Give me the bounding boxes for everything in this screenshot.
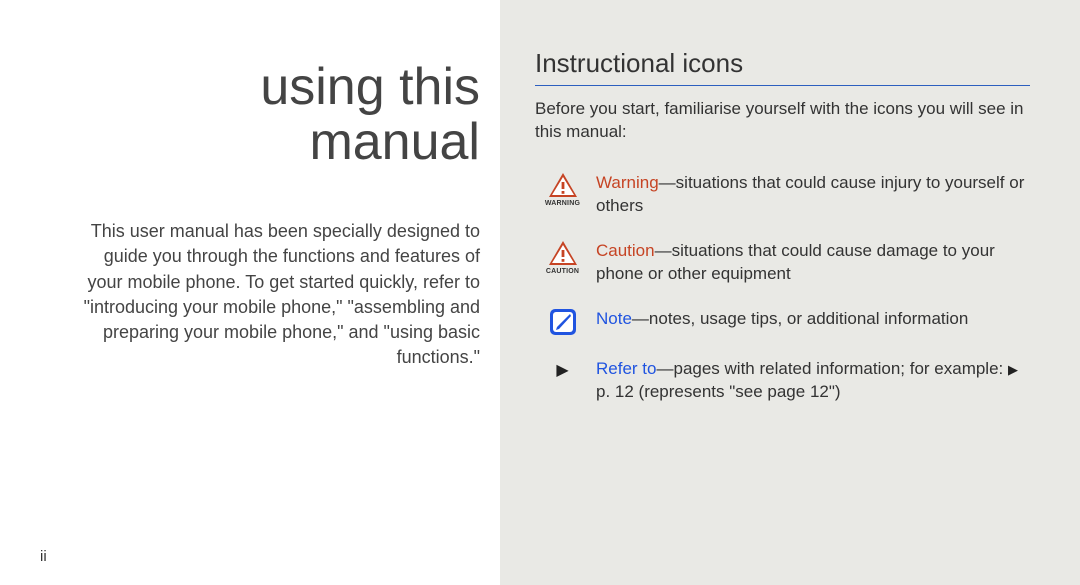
icon-row-refer: ▶ Refer to—pages with related informatio… [535,358,1030,404]
icon-col: ▶ [535,358,590,380]
page-number: ii [40,548,47,565]
icon-col: CAUTION [535,240,590,275]
title-line1: using this [260,58,480,116]
note-text: Note—notes, usage tips, or additional in… [590,308,1030,331]
icon-col: WARNING [535,172,590,207]
caution-text: Caution—situations that could cause dama… [590,240,1030,286]
caution-desc: —situations that could cause damage to y… [596,241,995,283]
refer-to-icon: ▶ [556,358,568,380]
warning-icon [548,172,578,198]
refer-desc2: p. 12 (represents "see page 12") [596,382,841,401]
refer-term: Refer to [596,359,656,378]
page-title: using this manual [40,60,480,169]
warning-label: WARNING [545,200,580,207]
icon-col [535,308,590,336]
caution-term: Caution [596,241,655,260]
warning-term: Warning [596,173,659,192]
refer-text: Refer to—pages with related information;… [590,358,1030,404]
refer-desc1: —pages with related information; for exa… [656,359,1008,378]
warning-text: Warning—situations that could cause inju… [590,172,1030,218]
caution-label: CAUTION [546,268,579,275]
warning-desc: —situations that could cause injury to y… [596,173,1024,215]
inline-arrow-icon: ▶ [1008,361,1018,379]
title-line2: manual [309,113,480,171]
caution-icon [548,240,578,266]
icon-row-caution: CAUTION Caution—situations that could ca… [535,240,1030,286]
section-intro: Before you start, familiarise yourself w… [535,98,1030,144]
icon-row-warning: WARNING Warning—situations that could ca… [535,172,1030,218]
intro-paragraph: This user manual has been specially desi… [40,219,480,370]
section-heading: Instructional icons [535,48,1030,86]
right-page: Instructional icons Before you start, fa… [500,0,1080,585]
left-page: using this manual This user manual has b… [0,0,500,585]
icon-row-note: Note—notes, usage tips, or additional in… [535,308,1030,336]
note-desc: —notes, usage tips, or additional inform… [632,309,968,328]
note-icon [549,308,577,336]
note-term: Note [596,309,632,328]
